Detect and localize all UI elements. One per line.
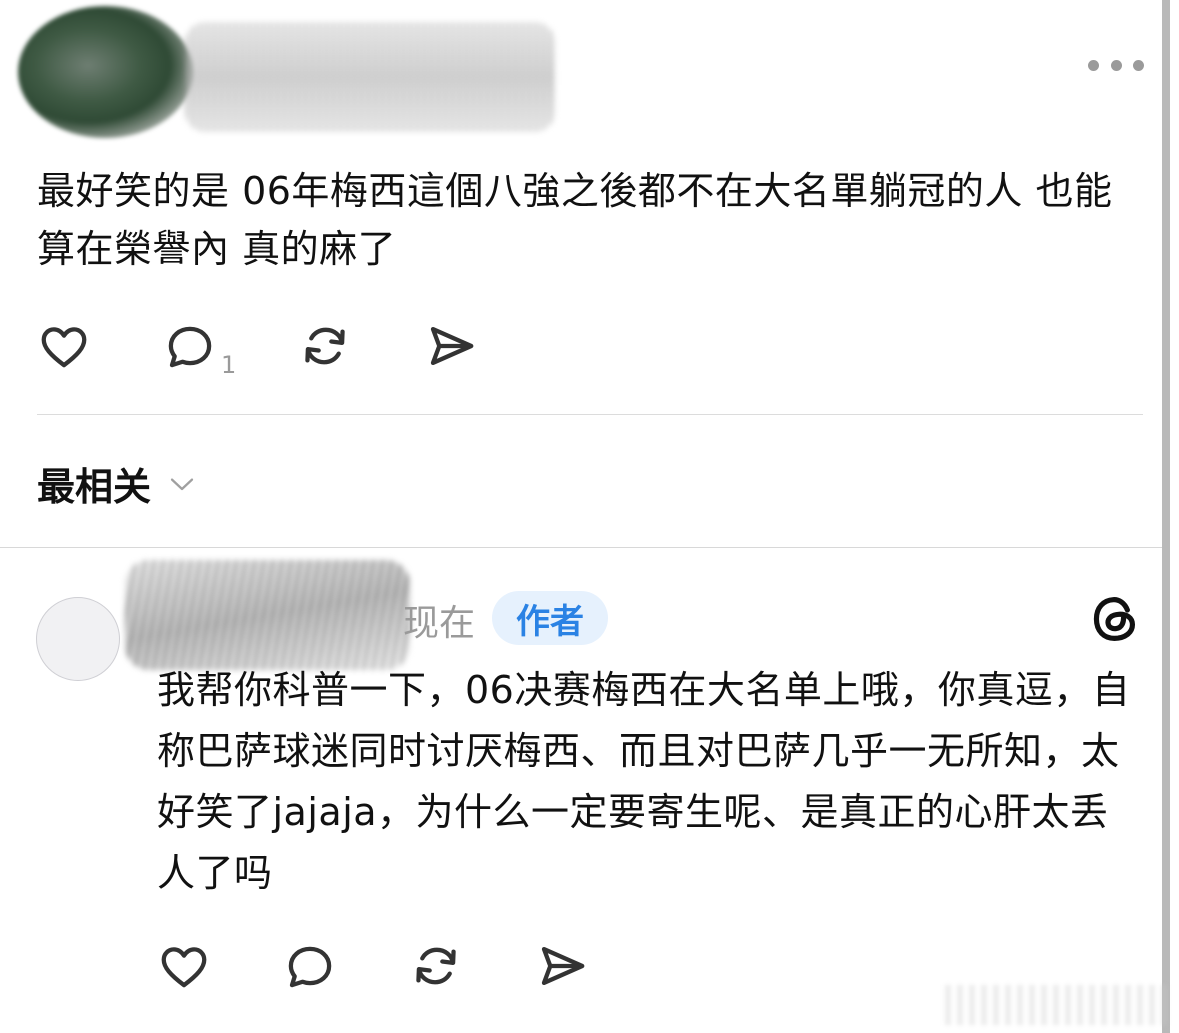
threads-logo-icon[interactable] xyxy=(1088,592,1142,646)
share-button[interactable] xyxy=(423,318,479,374)
reply-button[interactable] xyxy=(162,318,218,374)
heart-icon xyxy=(41,327,87,368)
post-text: 最好笑的是 06年梅西這個八強之後都不在大名單躺冠的人 也能算在榮譽內 真的麻了 xyxy=(37,169,1113,271)
sort-label: 最相关 xyxy=(37,465,152,509)
more-horizontal-icon xyxy=(1088,59,1099,71)
chevron-down-icon xyxy=(170,478,194,490)
more-dot xyxy=(1110,59,1122,71)
more-dot xyxy=(1133,59,1144,71)
send-icon xyxy=(430,326,474,366)
post-header xyxy=(0,0,1160,150)
more-options-button[interactable] xyxy=(1088,52,1144,78)
scrollbar[interactable] xyxy=(1162,0,1170,1033)
reply-text: 我帮你科普一下，06决赛梅西在大名单上哦，你真逗，自称巴萨球迷同时讨厌梅西、而且… xyxy=(157,668,1131,895)
comment-icon xyxy=(288,946,332,988)
reply-author-name-redacted[interactable] xyxy=(125,560,410,670)
reply-timestamp: 现在 xyxy=(403,603,476,644)
repost-button[interactable] xyxy=(297,318,353,374)
threads-post-page: 最好笑的是 06年梅西這個八強之後都不在大名單躺冠的人 也能算在榮譽內 真的麻了… xyxy=(0,0,1179,1033)
repost-icon xyxy=(305,327,345,365)
section-divider xyxy=(0,547,1162,548)
comment-icon xyxy=(168,326,212,368)
reply-share-button[interactable] xyxy=(534,938,590,994)
watermark-redacted xyxy=(945,985,1170,1025)
reply-reply-button[interactable] xyxy=(282,938,338,994)
author-badge: 作者 xyxy=(492,591,608,645)
like-button[interactable] xyxy=(36,318,92,374)
reply-repost-button[interactable] xyxy=(408,938,464,994)
reply-avatar[interactable] xyxy=(36,597,120,681)
reply-count: 1 xyxy=(221,351,237,379)
sort-dropdown[interactable]: 最相关 xyxy=(37,456,197,511)
repost-icon xyxy=(416,947,456,985)
divider xyxy=(37,414,1143,415)
author-name-redacted[interactable] xyxy=(185,22,555,132)
author-avatar-redacted[interactable] xyxy=(18,6,193,138)
send-icon xyxy=(541,946,585,986)
reply-like-button[interactable] xyxy=(156,938,212,994)
heart-icon xyxy=(161,947,207,988)
